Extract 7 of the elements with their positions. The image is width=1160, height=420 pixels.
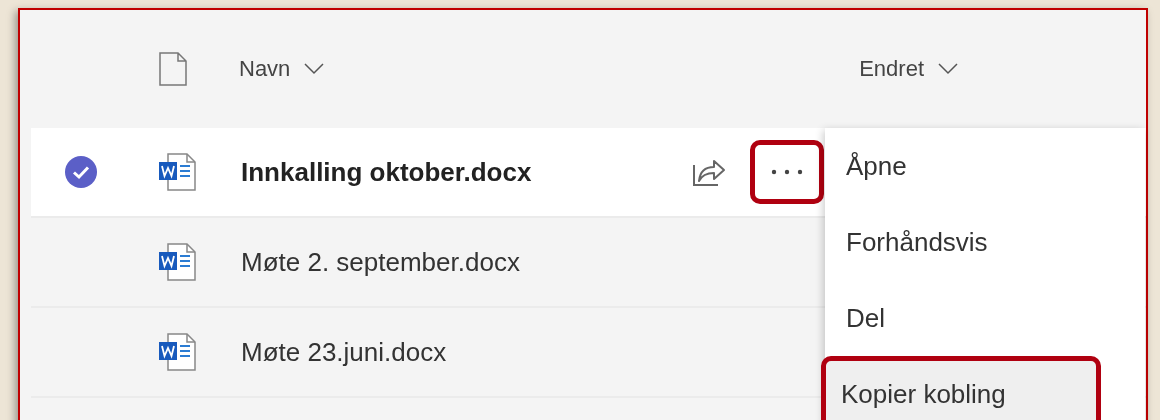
column-header[interactable]: Endret xyxy=(859,56,924,82)
column-header[interactable]: Navn xyxy=(239,56,291,82)
menu-item[interactable]: Forhåndsvis xyxy=(825,204,1145,280)
menu-item[interactable]: Kopier kobling xyxy=(821,356,1101,420)
file-name[interactable]: Innkalling oktober.docx xyxy=(241,156,692,188)
menu-item[interactable]: Åpne xyxy=(825,128,1145,204)
menu-item[interactable]: Del xyxy=(825,280,1145,356)
